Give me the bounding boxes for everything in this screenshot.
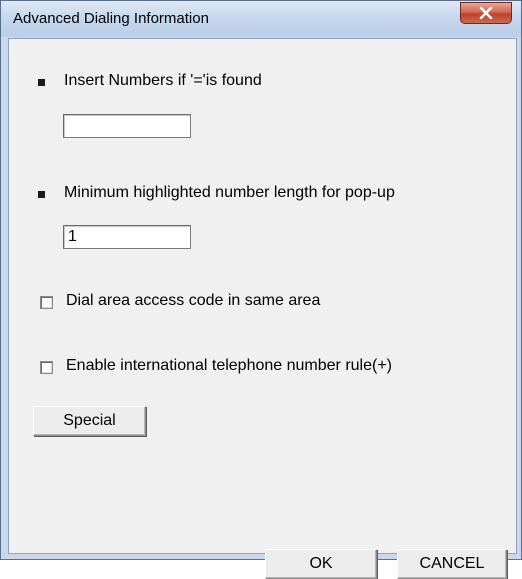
bullet-icon xyxy=(38,191,45,198)
ok-button[interactable]: OK xyxy=(265,549,377,579)
bullet-icon xyxy=(38,79,45,86)
dial-area-access-checkbox[interactable] xyxy=(40,296,53,309)
special-button[interactable]: Special xyxy=(33,406,146,436)
cancel-button[interactable]: CANCEL xyxy=(397,549,507,579)
min-length-label: Minimum highlighted number length for po… xyxy=(64,184,395,201)
min-length-input[interactable] xyxy=(63,225,191,249)
international-rule-label[interactable]: Enable international telephone number ru… xyxy=(66,357,392,375)
dial-area-access-label[interactable]: Dial area access code in same area xyxy=(66,292,320,310)
insert-numbers-label: Insert Numbers if '='is found xyxy=(64,72,262,89)
insert-numbers-input[interactable] xyxy=(63,114,191,138)
close-button[interactable] xyxy=(460,2,512,24)
dialog-window: Advanced Dialing Information Insert Numb… xyxy=(0,0,522,579)
window-title: Advanced Dialing Information xyxy=(13,10,209,27)
close-icon xyxy=(479,7,493,19)
international-rule-checkbox[interactable] xyxy=(40,361,53,374)
dialog-body: Insert Numbers if '='is found Minimum hi… xyxy=(8,38,517,579)
title-bar[interactable]: Advanced Dialing Information xyxy=(1,1,521,37)
